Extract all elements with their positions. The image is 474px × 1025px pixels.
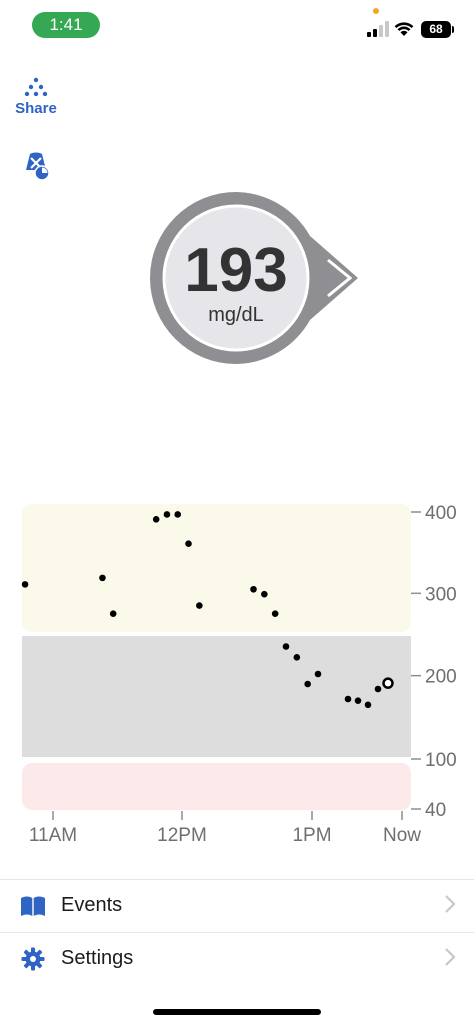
privacy-indicator-dot <box>373 8 379 14</box>
band-high <box>22 504 411 632</box>
x-tick-label: 12PM <box>157 825 207 846</box>
gear-icon <box>21 947 45 971</box>
range-bands <box>22 504 411 810</box>
settings-label: Settings <box>61 947 134 969</box>
glucose-trend-chart[interactable]: 400 300 200 100 40 11AM 12PM 1PM Now <box>0 490 474 860</box>
battery-indicator: 68 <box>421 21 451 38</box>
x-axis: 11AM 12PM 1PM Now <box>29 811 421 846</box>
settings-row[interactable]: Settings <box>0 932 474 985</box>
reading-point <box>174 511 181 518</box>
battery-tip <box>452 26 454 33</box>
home-indicator <box>153 1009 321 1015</box>
reading-point <box>21 581 29 588</box>
y-tick-label: 200 <box>425 667 457 688</box>
reading-point <box>354 697 362 704</box>
reading-point <box>109 610 117 617</box>
reading-point <box>271 610 279 617</box>
events-row[interactable]: Events <box>0 879 474 932</box>
cellular-signal-icon <box>367 21 389 37</box>
x-tick-label: 1PM <box>292 825 331 846</box>
reading-point <box>196 602 203 609</box>
glucose-value: 193 <box>184 236 288 305</box>
reading-point <box>185 540 192 548</box>
reading-point <box>250 585 257 593</box>
y-tick-label: 40 <box>425 800 446 821</box>
wifi-icon <box>394 22 414 36</box>
reading-point <box>293 654 301 661</box>
events-label: Events <box>61 894 123 916</box>
share-dots-icon <box>24 77 48 96</box>
reading-point <box>344 695 352 703</box>
x-tick-label: 11AM <box>29 825 77 846</box>
reading-point <box>152 516 160 523</box>
chevron-right-icon <box>445 895 456 913</box>
band-in-range <box>22 636 411 757</box>
reading-point <box>314 670 322 678</box>
status-time[interactable]: 1:41 <box>32 12 100 38</box>
book-icon <box>21 896 45 916</box>
reading-point <box>374 685 382 693</box>
y-tick-label: 400 <box>425 503 457 524</box>
alerts-muted-icon[interactable] <box>20 150 52 182</box>
reading-point <box>304 680 311 688</box>
share-label: Share <box>15 100 57 117</box>
x-tick-label: Now <box>383 825 421 846</box>
band-low <box>22 763 411 810</box>
reading-point <box>163 511 171 518</box>
status-bar: 1:41 68 <box>0 0 474 54</box>
share-button[interactable]: Share <box>10 76 62 120</box>
chevron-right-icon <box>445 948 456 966</box>
y-tick-label: 100 <box>425 750 457 771</box>
y-tick-label: 300 <box>425 584 457 605</box>
reading-point <box>282 643 290 650</box>
reading-point <box>99 574 106 582</box>
glucose-unit: mg/dL <box>208 304 264 326</box>
bottom-menu: Events Settings <box>0 879 474 985</box>
current-reading-point <box>382 677 394 689</box>
y-axis: 400 300 200 100 40 <box>411 503 457 821</box>
reading-point <box>364 701 372 709</box>
reading-point <box>261 590 268 598</box>
